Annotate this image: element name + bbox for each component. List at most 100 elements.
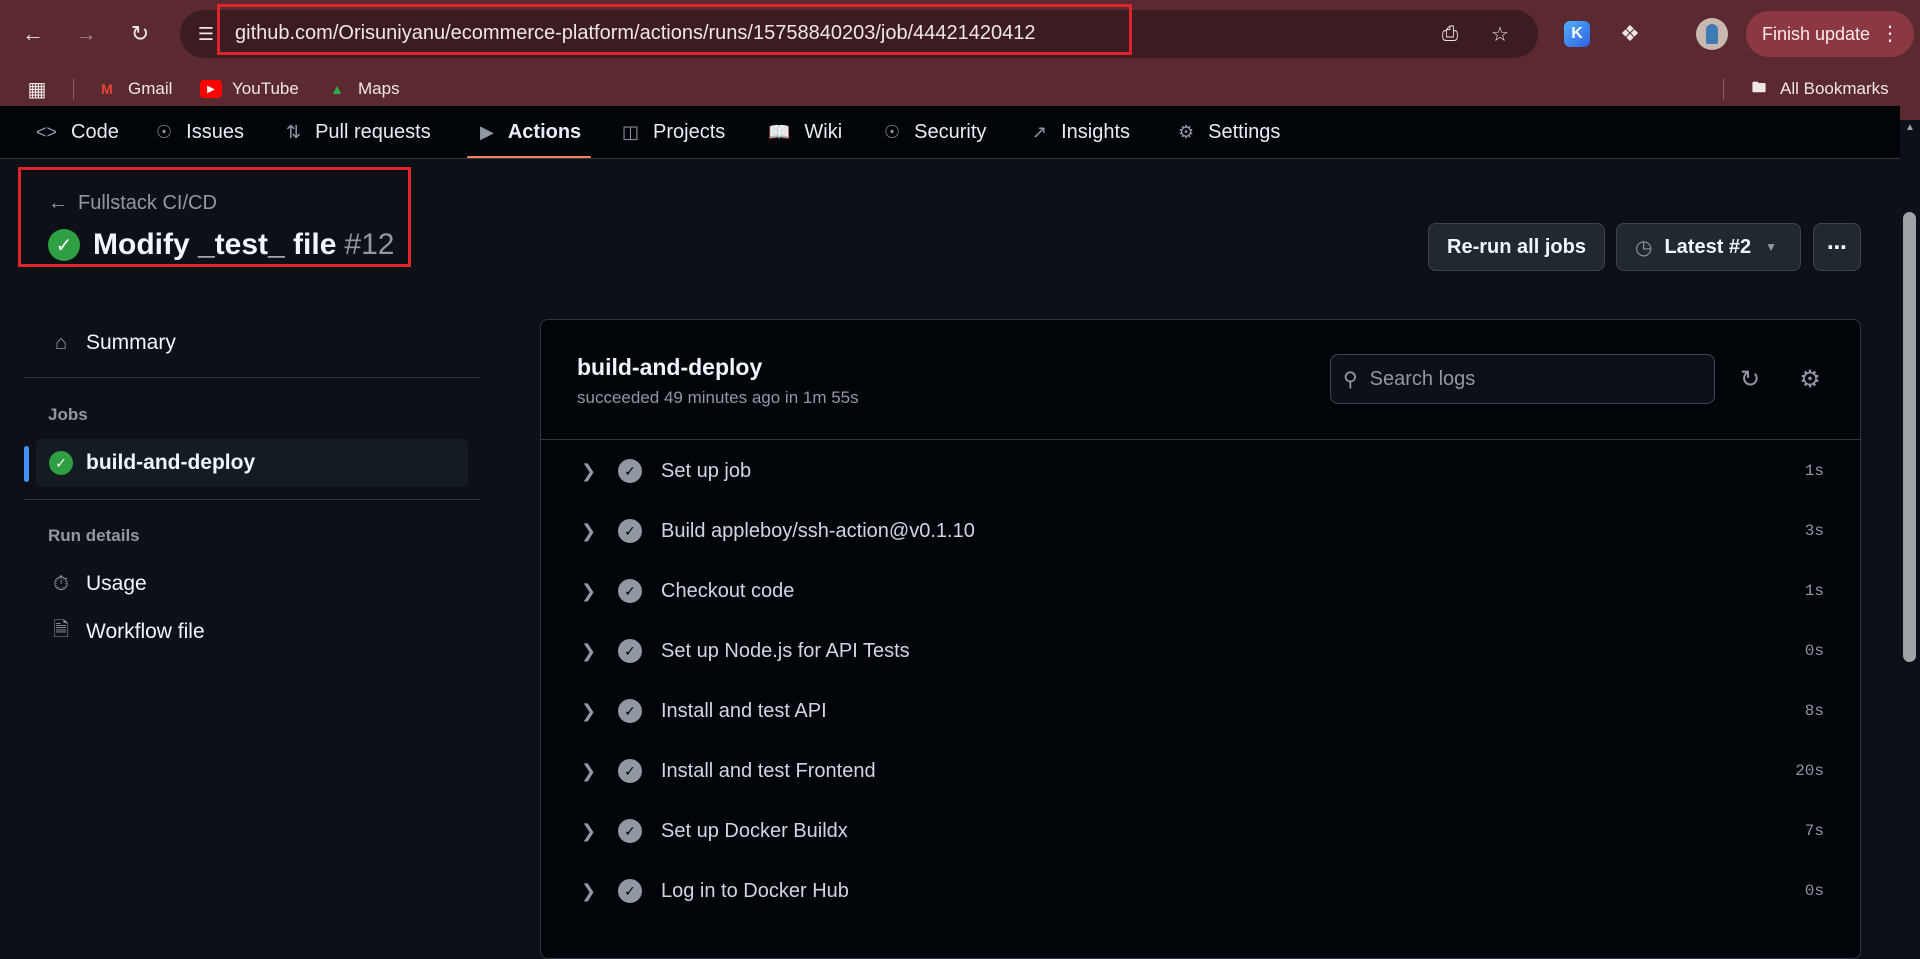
chevron-right-icon[interactable]: ❯ <box>581 821 596 842</box>
sidebar-item-workflow-file[interactable]: 🗎 Workflow file <box>36 608 468 656</box>
step-row[interactable]: ❯ ✓ Log in to Docker Hub 0s <box>541 861 1860 921</box>
step-duration: 0s <box>1804 882 1824 900</box>
folder-icon: 🖿 <box>1752 79 1766 95</box>
search-logs-field[interactable]: ⚲ <box>1330 354 1715 404</box>
bookmark-gmail[interactable]: M Gmail <box>96 76 172 102</box>
refresh-icon[interactable]: ↻ <box>1731 360 1769 398</box>
more-vertical-icon: ⋮ <box>1880 23 1900 45</box>
all-bookmarks[interactable]: 🖿 All Bookmarks <box>1748 76 1889 102</box>
more-options-button[interactable]: ⋯ <box>1813 223 1861 271</box>
step-label: Install and test Frontend <box>661 759 876 782</box>
graph-icon: ↗ <box>1032 122 1048 142</box>
scroll-up-arrow[interactable]: ▲ <box>1902 122 1918 136</box>
workflow-back-link[interactable]: ← Fullstack CI/CD <box>48 192 217 215</box>
tab-code[interactable]: <> Code <box>36 106 119 158</box>
arrow-left-icon: ← <box>48 192 68 214</box>
bookmark-youtube[interactable]: ▶ YouTube <box>200 76 299 102</box>
step-duration: 1s <box>1804 462 1824 480</box>
chevron-right-icon[interactable]: ❯ <box>581 581 596 602</box>
site-info-icon[interactable]: ☰ <box>192 20 220 48</box>
chevron-right-icon[interactable]: ❯ <box>581 521 596 542</box>
back-icon[interactable]: ← <box>15 16 51 52</box>
step-duration: 7s <box>1804 822 1824 840</box>
step-label: Set up Docker Buildx <box>661 819 848 842</box>
shield-icon: ☉ <box>884 122 901 142</box>
attempt-dropdown[interactable]: ◷ Latest #2 ▼ <box>1616 223 1801 271</box>
tab-wiki[interactable]: 📖 Wiki <box>768 106 842 158</box>
run-title-text: Modify _test_ file <box>93 228 337 261</box>
step-row[interactable]: ❯ ✓ Set up job 1s <box>541 441 1860 501</box>
selected-indicator <box>24 446 29 482</box>
step-duration: 1s <box>1804 582 1824 600</box>
job-status: succeeded 49 minutes ago in 1m 55s <box>577 388 859 407</box>
step-label: Set up job <box>661 459 752 482</box>
maps-icon: ▲ <box>330 81 344 97</box>
chevron-right-icon[interactable]: ❯ <box>581 461 596 482</box>
page-title: ✓ Modify _test_ file #12 <box>48 228 394 262</box>
bookmark-maps[interactable]: ▲ Maps <box>326 76 400 102</box>
step-success-icon: ✓ <box>618 699 642 723</box>
stopwatch-icon: ⏱ <box>53 572 69 595</box>
job-log-panel: build-and-deploy succeeded 49 minutes ag… <box>540 319 1861 959</box>
step-success-icon: ✓ <box>618 819 642 843</box>
extension-k-icon[interactable]: K <box>1564 21 1590 47</box>
forward-icon[interactable]: → <box>68 16 104 52</box>
bookmark-star-icon[interactable]: ☆ <box>1486 20 1514 48</box>
step-success-icon: ✓ <box>618 639 642 663</box>
bookmark-separator <box>73 78 74 100</box>
finish-update-button[interactable]: Finish update ⋮ <box>1746 11 1914 57</box>
reload-icon[interactable]: ↻ <box>122 16 158 52</box>
step-row[interactable]: ❯ ✓ Build appleboy/ssh-action@v0.1.10 3s <box>541 501 1860 561</box>
chevron-right-icon[interactable]: ❯ <box>581 701 596 722</box>
gmail-icon: M <box>101 81 113 97</box>
file-code-icon: 🗎 <box>52 619 70 641</box>
sidebar-item-usage[interactable]: ⏱ Usage <box>36 560 468 608</box>
tab-security[interactable]: ☉ Security <box>884 106 986 158</box>
run-details-heading: Run details <box>48 526 140 545</box>
sidebar-item-build-and-deploy[interactable]: ✓ build-and-deploy <box>36 439 468 487</box>
step-duration: 20s <box>1795 762 1824 780</box>
install-app-icon[interactable]: ⎙ <box>1436 20 1464 48</box>
step-label: Install and test API <box>661 699 827 722</box>
play-icon: ▶ <box>480 122 494 142</box>
job-header: build-and-deploy succeeded 49 minutes ag… <box>541 320 1860 440</box>
rerun-all-jobs-button[interactable]: Re-run all jobs <box>1428 223 1605 271</box>
scroll-thumb[interactable] <box>1903 212 1916 662</box>
search-icon: ⚲ <box>1343 368 1358 391</box>
extensions-puzzle-icon[interactable]: ❖ <box>1614 18 1646 50</box>
sidebar-item-summary[interactable]: ⌂ Summary <box>36 319 468 367</box>
job-name: build-and-deploy <box>577 354 763 380</box>
book-icon: 📖 <box>768 122 791 142</box>
tab-projects[interactable]: ◫ Projects <box>622 106 725 158</box>
search-logs-input[interactable] <box>1369 367 1690 391</box>
chevron-right-icon[interactable]: ❯ <box>581 881 596 902</box>
sidebar-divider <box>24 377 480 378</box>
step-row[interactable]: ❯ ✓ Set up Docker Buildx 7s <box>541 801 1860 861</box>
step-label: Log in to Docker Hub <box>661 879 849 902</box>
sidebar-divider <box>24 499 480 500</box>
chevron-right-icon[interactable]: ❯ <box>581 641 596 662</box>
apps-grid-icon[interactable]: ▦ <box>26 76 58 102</box>
tab-insights[interactable]: ↗ Insights <box>1032 106 1130 158</box>
step-row[interactable]: ❯ ✓ Install and test API 8s <box>541 681 1860 741</box>
bookmark-separator <box>1723 78 1724 100</box>
tab-pull-requests[interactable]: ⇅ Pull requests <box>286 106 431 158</box>
step-success-icon: ✓ <box>618 759 642 783</box>
step-duration: 0s <box>1804 642 1824 660</box>
step-row[interactable]: ❯ ✓ Set up Node.js for API Tests 0s <box>541 621 1860 681</box>
youtube-icon: ▶ <box>200 80 222 98</box>
step-success-icon: ✓ <box>618 579 642 603</box>
chevron-right-icon[interactable]: ❯ <box>581 761 596 782</box>
tab-issues[interactable]: ☉ Issues <box>156 106 244 158</box>
step-label: Checkout code <box>661 579 795 602</box>
tab-settings[interactable]: ⚙ Settings <box>1178 106 1280 158</box>
browser-chrome: ← → ↻ ☰ github.com/Orisuniyanu/ecommerce… <box>0 0 1920 120</box>
step-row[interactable]: ❯ ✓ Install and test Frontend 20s <box>541 741 1860 801</box>
tab-actions[interactable]: ▶ Actions <box>466 106 592 158</box>
step-row[interactable]: ❯ ✓ Checkout code 1s <box>541 561 1860 621</box>
gear-icon[interactable]: ⚙ <box>1791 360 1829 398</box>
profile-avatar[interactable] <box>1696 18 1728 50</box>
jobs-heading: Jobs <box>48 405 88 424</box>
bookmarks-bar: ▦ M Gmail ▶ YouTube ▲ Maps 🖿 All Bookmarks <box>0 72 1920 106</box>
success-check-icon: ✓ <box>49 451 73 475</box>
